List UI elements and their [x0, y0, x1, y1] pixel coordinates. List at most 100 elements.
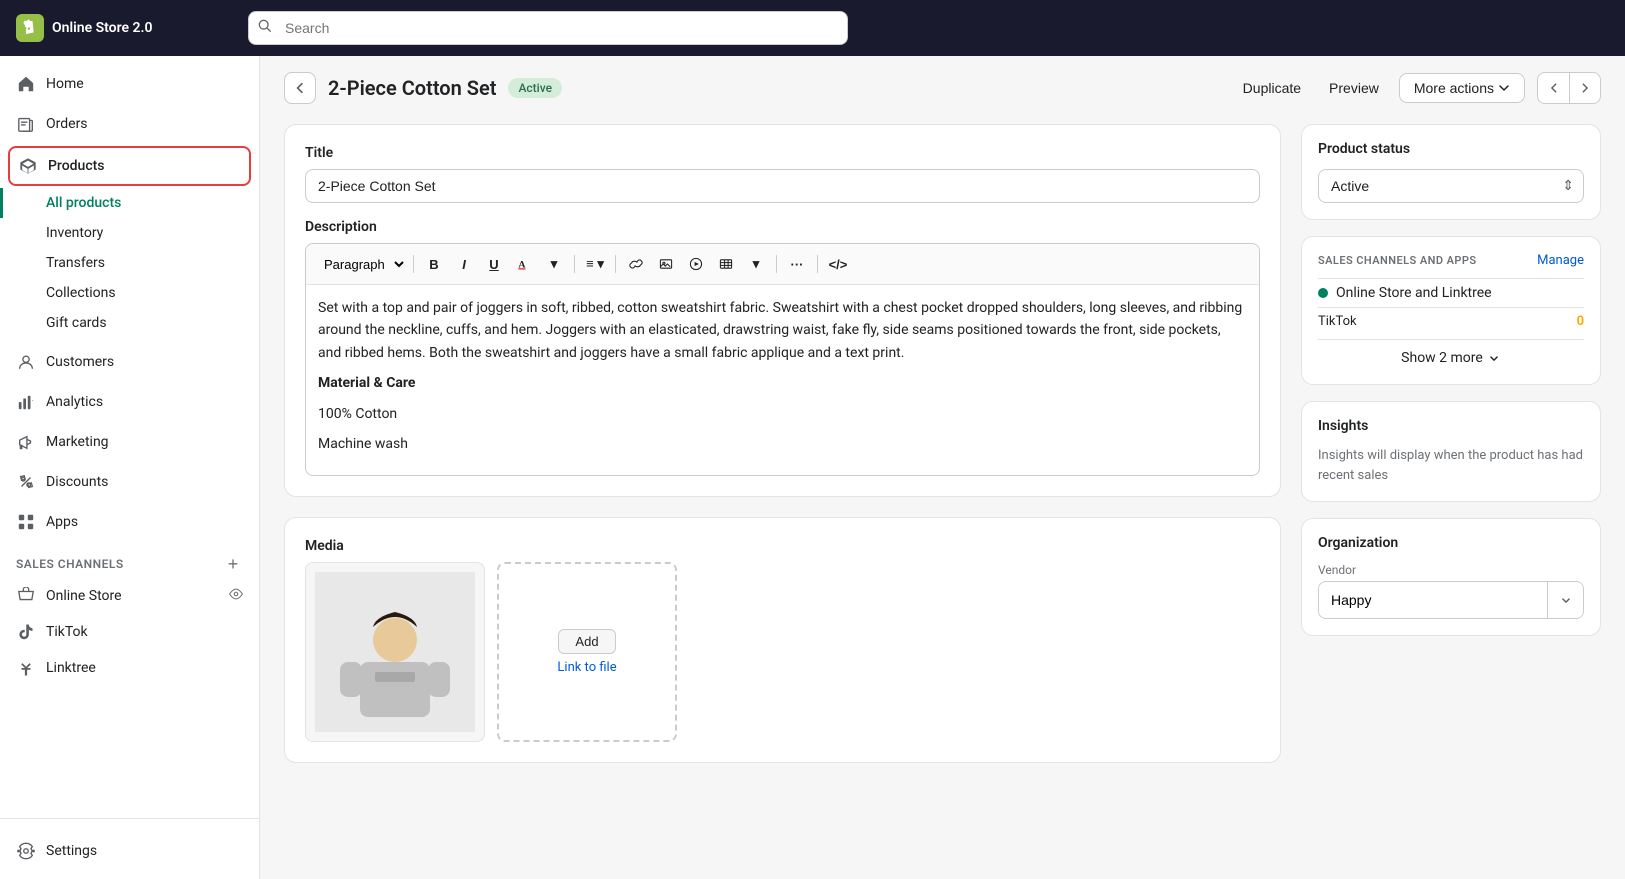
next-button[interactable] [1569, 72, 1601, 104]
sidebar-item-marketing[interactable]: Marketing [0, 422, 259, 462]
products-subnav: All products Inventory Transfers Collect… [0, 188, 259, 342]
material-line-2: Machine wash [318, 433, 1247, 455]
more-actions-button[interactable]: More actions [1399, 73, 1525, 103]
add-media-button[interactable]: Add [558, 629, 615, 654]
sidebar-item-home[interactable]: Home [0, 64, 259, 104]
sidebar-item-transfers[interactable]: Transfers [0, 248, 259, 278]
sales-channels-label: SALES CHANNELS [16, 557, 124, 571]
media-add-box[interactable]: Add Link to file [497, 562, 677, 742]
media-grid: Add Link to file [305, 562, 1260, 742]
color-picker-button[interactable]: ▾ [540, 250, 568, 278]
app-logo: Online Store 2.0 [16, 14, 236, 42]
vendor-arrow-button[interactable] [1547, 582, 1583, 618]
description-editor[interactable]: Set with a top and pair of joggers in so… [305, 285, 1260, 476]
gift-cards-label: Gift cards [46, 315, 107, 331]
apps-icon [16, 512, 36, 532]
more-button[interactable]: ··· [783, 250, 811, 278]
product-status-title: Product status [1318, 141, 1584, 157]
eye-icon[interactable] [229, 587, 243, 605]
sidebar-item-analytics[interactable]: Analytics [0, 382, 259, 422]
video-button[interactable] [682, 250, 710, 278]
sidebar-apps-label: Apps [46, 514, 78, 530]
sidebar-item-orders[interactable]: Orders [0, 104, 259, 144]
marketing-icon [16, 432, 36, 452]
transfers-label: Transfers [46, 255, 105, 271]
search-container [248, 11, 848, 45]
sales-channels-section: SALES CHANNELS + [0, 542, 259, 578]
organization-title: Organization [1318, 535, 1584, 551]
underline-button[interactable]: U [480, 250, 508, 278]
back-button[interactable] [284, 72, 316, 104]
prev-button[interactable] [1537, 72, 1569, 104]
sidebar-analytics-label: Analytics [46, 394, 103, 410]
link-to-file[interactable]: Link to file [557, 660, 616, 675]
table-button[interactable] [712, 250, 740, 278]
sidebar-item-products[interactable]: Products [8, 146, 251, 186]
shopify-logo-icon [16, 14, 44, 42]
tiktok-icon [16, 622, 36, 642]
text-color-button[interactable]: A [510, 250, 538, 278]
title-card: Title Description Paragraph Heading 1 He… [284, 124, 1281, 497]
sidebar-item-gift-cards[interactable]: Gift cards [0, 308, 259, 338]
title-label: Title [305, 145, 1260, 161]
sidebar-item-apps[interactable]: Apps [0, 502, 259, 542]
sidebar-item-discounts[interactable]: Discounts [0, 462, 259, 502]
sidebar-item-collections[interactable]: Collections [0, 278, 259, 308]
material-heading: Material & Care [318, 372, 1247, 394]
align-button[interactable]: ≡ ▾ [581, 250, 609, 278]
media-label: Media [305, 538, 1260, 554]
tiktok-channel-name: TikTok [1318, 314, 1569, 329]
sidebar-item-customers[interactable]: Customers [0, 342, 259, 382]
title-input[interactable] [305, 169, 1260, 203]
sidebar-item-settings[interactable]: Settings [0, 831, 259, 871]
table-dropdown-button[interactable]: ▾ [742, 250, 770, 278]
code-button[interactable]: </> [824, 250, 852, 278]
page-header-actions: Duplicate Preview More actions [1235, 72, 1601, 104]
sidebar-nav: Home Orders Products All products [0, 56, 259, 818]
linktree-icon [16, 658, 36, 678]
divider-3 [615, 255, 616, 273]
right-sidebar: Product status Active Draft ⇕ SALES CHAN… [1301, 124, 1601, 783]
sidebar-discounts-label: Discounts [46, 474, 108, 490]
media-item-1[interactable] [305, 562, 485, 742]
sidebar-item-inventory[interactable]: Inventory [0, 218, 259, 248]
insights-title: Insights [1318, 418, 1584, 434]
page-header-left: 2-Piece Cotton Set Active [284, 72, 562, 104]
image-button[interactable] [652, 250, 680, 278]
status-select[interactable]: Active Draft [1318, 169, 1584, 203]
link-button[interactable] [622, 250, 650, 278]
product-status-card: Product status Active Draft ⇕ [1301, 124, 1601, 220]
editor-toolbar: Paragraph Heading 1 Heading 2 B I U A [305, 243, 1260, 285]
discounts-icon [16, 472, 36, 492]
sidebar-channel-linktree[interactable]: Linktree [0, 650, 259, 686]
preview-button[interactable]: Preview [1321, 74, 1387, 102]
divider-4 [776, 255, 777, 273]
show-more-button[interactable]: Show 2 more [1318, 339, 1584, 368]
sidebar-bottom: Settings [0, 818, 259, 879]
nav-arrows [1537, 72, 1601, 104]
tiktok-label: TikTok [46, 624, 243, 640]
sidebar-item-all-products[interactable]: All products [0, 188, 259, 218]
sidebar-home-label: Home [46, 76, 84, 92]
channel-row-online-store: Online Store and Linktree [1318, 278, 1584, 307]
divider-2 [574, 255, 575, 273]
duplicate-button[interactable]: Duplicate [1235, 74, 1309, 102]
italic-button[interactable]: I [450, 250, 478, 278]
add-sales-channel-button[interactable]: + [223, 554, 243, 574]
sidebar-channel-tiktok[interactable]: TikTok [0, 614, 259, 650]
vendor-label: Vendor [1318, 563, 1584, 577]
sidebar-channel-online-store[interactable]: Online Store [0, 578, 259, 614]
home-icon [16, 74, 36, 94]
orders-icon [16, 114, 36, 134]
sidebar-orders-label: Orders [46, 116, 88, 132]
insights-card: Insights Insights will display when the … [1301, 401, 1601, 502]
search-input[interactable] [248, 11, 848, 45]
organization-card: Organization Vendor [1301, 518, 1601, 636]
bold-button[interactable]: B [420, 250, 448, 278]
manage-link[interactable]: Manage [1537, 253, 1584, 268]
content-grid: Title Description Paragraph Heading 1 He… [284, 124, 1601, 783]
vendor-input[interactable] [1319, 584, 1547, 616]
main-content: 2-Piece Cotton Set Active Duplicate Prev… [260, 56, 1625, 879]
paragraph-select[interactable]: Paragraph Heading 1 Heading 2 [314, 253, 407, 276]
settings-icon [16, 841, 36, 861]
